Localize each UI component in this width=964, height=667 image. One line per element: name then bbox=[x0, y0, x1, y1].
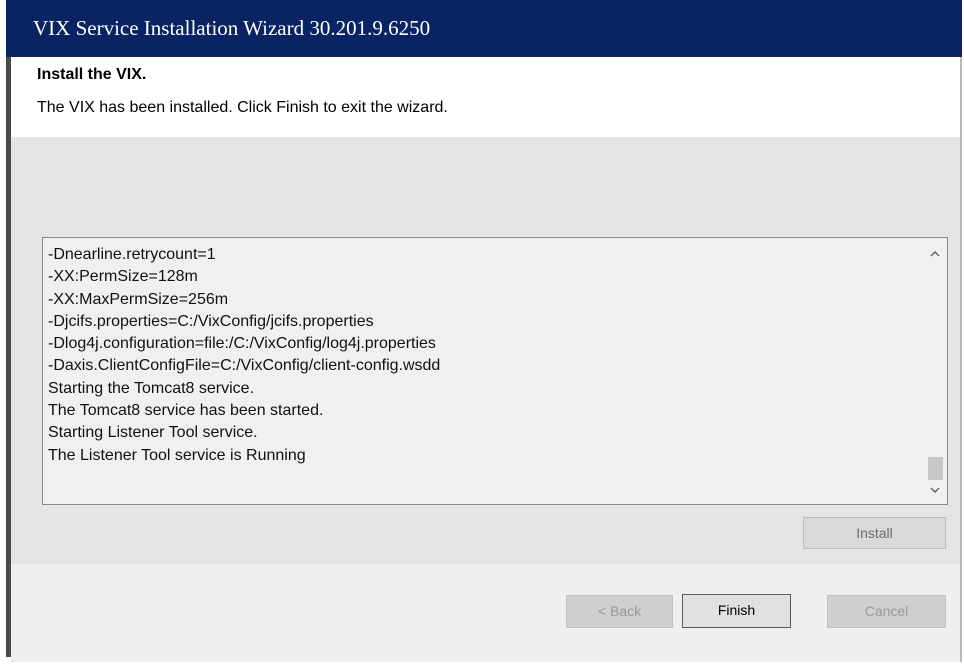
installer-window: VIX Service Installation Wizard 30.201.9… bbox=[0, 0, 964, 667]
finish-button[interactable]: Finish bbox=[682, 594, 791, 628]
install-log-textbox[interactable]: -Dnearline.retrycount=1 -XX:PermSize=128… bbox=[42, 237, 948, 505]
back-button[interactable]: < Back bbox=[566, 595, 673, 628]
wizard-body: -Dnearline.retrycount=1 -XX:PermSize=128… bbox=[11, 137, 960, 564]
log-line: -Daxis.ClientConfigFile=C:/VixConfig/cli… bbox=[48, 357, 441, 375]
log-line: Starting Listener Tool service. bbox=[48, 424, 258, 442]
log-line: -XX:MaxPermSize=256m bbox=[48, 290, 229, 308]
step-heading: Install the VIX. bbox=[37, 66, 147, 83]
step-description: The VIX has been installed. Click Finish… bbox=[37, 99, 448, 116]
log-line: -XX:PermSize=128m bbox=[48, 268, 198, 286]
wizard-header: Install the VIX. The VIX has been instal… bbox=[11, 57, 960, 137]
window-title: VIX Service Installation Wizard 30.201.9… bbox=[33, 16, 431, 40]
wizard-footer: < Back Finish Cancel bbox=[11, 564, 960, 662]
window-right-border bbox=[960, 57, 962, 662]
title-bar[interactable]: VIX Service Installation Wizard 30.201.9… bbox=[6, 0, 962, 57]
scroll-thumb[interactable] bbox=[928, 457, 943, 480]
chevron-up-icon[interactable] bbox=[923, 242, 947, 264]
log-scrollbar[interactable] bbox=[923, 238, 947, 504]
install-log-lines: -Dnearline.retrycount=1 -XX:PermSize=128… bbox=[48, 244, 918, 467]
log-line: The Tomcat8 service has been started. bbox=[48, 402, 324, 420]
log-line: -Djcifs.properties=C:/VixConfig/jcifs.pr… bbox=[48, 312, 374, 330]
log-line: Starting the Tomcat8 service. bbox=[48, 379, 255, 397]
log-line: -Dnearline.retrycount=1 bbox=[48, 246, 216, 263]
cancel-button[interactable]: Cancel bbox=[827, 595, 946, 628]
log-line: -Dlog4j.configuration=file:/C:/VixConfig… bbox=[48, 335, 436, 353]
chevron-down-icon[interactable] bbox=[923, 478, 947, 500]
log-line: The Listener Tool service is Running bbox=[48, 446, 306, 464]
install-button[interactable]: Install bbox=[803, 517, 946, 549]
